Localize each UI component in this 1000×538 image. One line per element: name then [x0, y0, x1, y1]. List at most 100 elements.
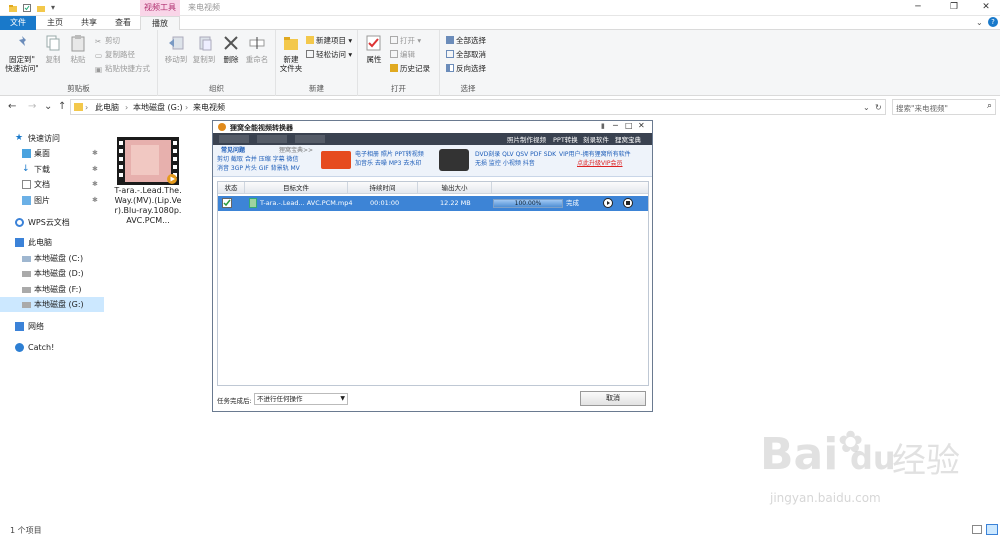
video-tools-context-tab[interactable]: 视频工具 — [140, 0, 180, 16]
up-button[interactable]: ↑ — [58, 101, 66, 113]
drive-icon — [22, 256, 31, 262]
delete-button[interactable]: 删除 — [220, 34, 242, 64]
copy-to-button[interactable]: 复制到 — [190, 34, 218, 64]
ad-mid-2[interactable]: 加音乐 去噪 MP3 去水印 — [355, 160, 421, 168]
nav-pictures[interactable]: 图片 ✱ — [0, 193, 104, 208]
close-button[interactable]: ✕ — [972, 0, 1000, 16]
forward-button[interactable]: → — [28, 101, 36, 113]
toolbar-3d-button[interactable] — [295, 135, 325, 143]
ad-tab-faq[interactable]: 常见问题 — [221, 147, 245, 155]
tab-file[interactable]: 文件 — [0, 16, 36, 30]
ad-right-1[interactable]: DVD刻录 QLV QSV PDF SDK — [475, 151, 556, 159]
converter-minimize-button[interactable]: ─ — [613, 121, 618, 130]
scissors-icon: ✂ — [95, 37, 102, 46]
ad-vip-upgrade-link[interactable]: 点此升级VIP会员 — [577, 160, 623, 168]
select-none-button[interactable]: 全部取消 — [446, 50, 486, 60]
paste-button[interactable]: 粘贴 — [66, 34, 90, 64]
pin-quick-access-button[interactable]: 固定到" 快速访问" — [4, 34, 40, 73]
paste-shortcut-button[interactable]: ▣ 粘贴快捷方式 — [95, 64, 150, 74]
quick-access-dropdown-icon[interactable]: ▾ — [48, 3, 58, 13]
link-ppt-convert[interactable]: PPT转换 — [553, 134, 578, 144]
ad-row-2[interactable]: 消音 3GP 片头 GIF 背景轨 MV — [217, 165, 300, 173]
details-view-icon[interactable] — [972, 525, 982, 534]
stop-icon[interactable] — [623, 198, 633, 208]
column-target-file[interactable]: 目标文件 — [245, 182, 348, 194]
play-icon[interactable] — [603, 198, 613, 208]
properties-icon[interactable] — [22, 3, 32, 13]
tab-share[interactable]: 共享 — [74, 16, 104, 30]
nav-downloads[interactable]: ↓ 下载 ✱ — [0, 162, 104, 177]
file-name: T-ara.-.Lead.The.Way.(MV).(Lip.Ver).Blu-… — [114, 186, 182, 225]
new-item-button[interactable]: 新建项目 ▾ — [306, 36, 352, 46]
copy-path-button[interactable]: ▭ 复制路径 — [95, 50, 135, 60]
nav-network[interactable]: 网络 — [0, 319, 104, 334]
address-field[interactable]: › 此电脑 › 本地磁盘 (G:) › 来电视频 ⌄ ↻ — [70, 99, 886, 115]
help-icon[interactable]: ? — [988, 17, 998, 27]
breadcrumb-drive-g[interactable]: 本地磁盘 (G:) — [133, 102, 183, 113]
link-burn-software[interactable]: 刻录软件 — [583, 134, 609, 144]
address-dropdown-icon[interactable]: ⌄ — [863, 102, 870, 113]
video-file-item[interactable]: T-ara.-.Lead.The.Way.(MV).(Lip.Ver).Blu-… — [113, 137, 183, 226]
invert-selection-button[interactable]: 反向选择 — [446, 64, 486, 74]
nav-drive-d[interactable]: 本地磁盘 (D:) — [0, 266, 104, 281]
new-folder-button[interactable]: 新建 文件夹 — [278, 34, 304, 73]
folder-icon[interactable] — [8, 3, 18, 13]
toolbar-add-video-button[interactable] — [219, 135, 249, 143]
link-liwo-guide[interactable]: 狸窝宝典 — [615, 134, 641, 144]
edit-button[interactable]: 编辑 — [390, 50, 415, 60]
link-photo-video[interactable]: 照片制作视频 — [507, 134, 546, 144]
nav-quick-access[interactable]: ★ 快速访问 — [0, 131, 104, 146]
large-icons-view-icon[interactable] — [986, 524, 998, 535]
ad-vip-1[interactable]: VIP用户-拥有狸窝所有软件 — [559, 151, 631, 159]
search-icon[interactable]: ⌕ — [987, 101, 992, 111]
converter-maximize-button[interactable]: □ — [625, 121, 633, 130]
nav-drive-f[interactable]: 本地磁盘 (F:) — [0, 282, 104, 297]
ad-mid-1[interactable]: 电子相册 照片 PPT转视频 — [355, 151, 424, 159]
nav-desktop[interactable]: 桌面 ✱ — [0, 146, 104, 161]
converter-menu-icon[interactable]: ▮ — [601, 122, 605, 130]
nav-wps-cloud[interactable]: WPS云文档 — [0, 215, 104, 230]
properties-button[interactable]: 属性 — [362, 34, 386, 64]
minimize-button[interactable]: ─ — [904, 0, 932, 16]
refresh-icon[interactable]: ↻ — [875, 102, 882, 113]
search-input[interactable]: 搜索"来电视频" ⌕ — [892, 99, 996, 115]
new-folder-icon[interactable] — [36, 3, 46, 13]
tab-home[interactable]: 主页 — [40, 16, 70, 30]
after-complete-select[interactable]: 不进行任何操作 ▼ — [254, 393, 348, 405]
nav-drive-c[interactable]: 本地磁盘 (C:) — [0, 251, 104, 266]
breadcrumb-current-folder[interactable]: 来电视频 — [193, 102, 225, 113]
maximize-button[interactable]: ❐ — [940, 0, 968, 16]
drive-icon — [22, 302, 31, 308]
cut-button[interactable]: ✂ 剪切 — [95, 36, 120, 46]
move-to-button[interactable]: 移动到 — [162, 34, 190, 64]
column-output-size[interactable]: 输出大小 — [418, 182, 492, 194]
expand-ribbon-icon[interactable]: ⌄ — [976, 18, 983, 27]
rename-button[interactable]: 重命名 — [244, 34, 270, 64]
ad-right-2[interactable]: 无损 监控 小视频 抖音 — [475, 160, 535, 168]
copy-button[interactable]: 复制 — [42, 34, 64, 64]
column-duration[interactable]: 持续时间 — [348, 182, 418, 194]
toolbar-edit-button[interactable] — [257, 135, 287, 143]
tab-play[interactable]: 播放 — [140, 16, 180, 31]
nav-this-pc[interactable]: 此电脑 — [0, 235, 104, 250]
tab-view[interactable]: 查看 — [108, 16, 138, 30]
select-all-button[interactable]: 全部选择 — [446, 36, 486, 46]
breadcrumb-this-pc[interactable]: 此电脑 — [95, 102, 119, 113]
nav-catch[interactable]: Catch! — [0, 340, 104, 355]
easy-access-button[interactable]: 轻松访问 ▾ — [306, 50, 352, 60]
ad-tab-guide[interactable]: 狸窝宝典>> — [279, 147, 313, 155]
converter-close-button[interactable]: ✕ — [638, 121, 645, 130]
row-checkbox[interactable] — [222, 198, 232, 211]
recent-locations-button[interactable]: ⌄ — [44, 101, 52, 113]
history-button[interactable]: 历史记录 — [390, 64, 430, 74]
nav-drive-g[interactable]: 本地磁盘 (G:) — [0, 297, 104, 312]
nav-documents[interactable]: 文档 ✱ — [0, 177, 104, 192]
open-button[interactable]: 打开 ▾ — [390, 36, 421, 46]
column-status[interactable]: 状态 — [218, 182, 245, 194]
table-row[interactable]: T-ara.-.Lead... AVC.PCM.mp4 00:01:00 12.… — [218, 196, 648, 211]
ad-row-1[interactable]: 剪切 截取 合并 压缩 字幕 微信 — [217, 156, 299, 164]
rename-icon — [248, 34, 266, 52]
back-button[interactable]: ← — [8, 101, 16, 113]
network-icon — [15, 322, 24, 331]
cancel-button[interactable]: 取消 — [580, 391, 646, 406]
